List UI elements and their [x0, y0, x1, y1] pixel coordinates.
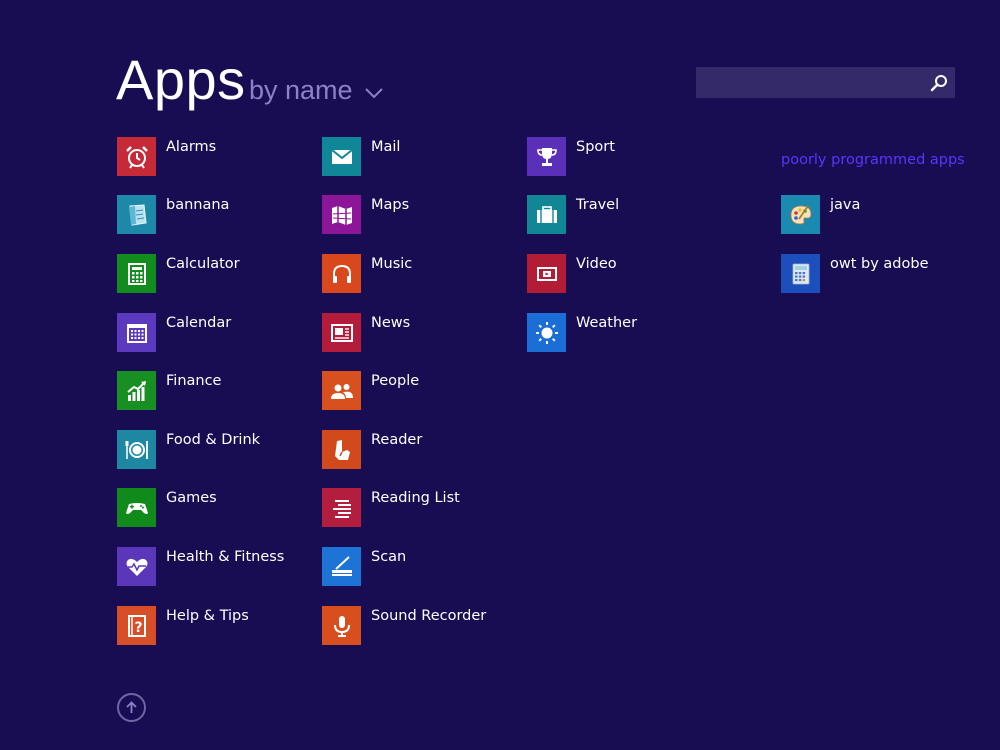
calendar-icon	[117, 313, 156, 352]
page-title: Apps	[116, 48, 246, 111]
app-name: Video	[576, 256, 617, 272]
sort-by-dropdown[interactable]: by name	[249, 74, 383, 106]
finance-chart-icon	[117, 371, 156, 410]
app-name: Reading List	[371, 490, 460, 506]
app-people[interactable]: People	[322, 371, 419, 411]
chevron-down-icon	[364, 88, 383, 99]
app-name: People	[371, 373, 420, 389]
app-bannana[interactable]: bannana	[117, 195, 229, 235]
reading-list-icon	[322, 488, 361, 527]
app-name: Music	[371, 256, 413, 272]
app-name: Health & Fitness	[166, 549, 285, 565]
app-reader[interactable]: Reader	[322, 430, 422, 470]
app-name: Calendar	[166, 315, 232, 331]
search-icon[interactable]	[929, 73, 949, 93]
headphones-icon	[322, 254, 361, 293]
scanner-icon	[322, 547, 361, 586]
reader-icon	[322, 430, 361, 469]
app-name: News	[371, 315, 411, 331]
app-name: Travel	[576, 197, 620, 213]
app-alarms[interactable]: Alarms	[117, 137, 216, 177]
app-scan[interactable]: Scan	[322, 547, 406, 587]
video-icon	[527, 254, 566, 293]
app-name: Weather	[576, 315, 638, 331]
app-name: Games	[166, 490, 217, 506]
envelope-icon	[322, 137, 361, 176]
alarm-clock-icon	[117, 137, 156, 176]
newspaper-icon	[322, 313, 361, 352]
calculator-app-icon	[781, 254, 820, 293]
app-name: Maps	[371, 197, 410, 213]
app-health-fitness[interactable]: Health & Fitness	[117, 547, 284, 587]
notepad-icon	[117, 195, 156, 234]
app-maps[interactable]: Maps	[322, 195, 409, 235]
app-name: Sport	[576, 139, 615, 155]
microphone-icon	[322, 606, 361, 645]
heart-pulse-icon	[117, 547, 156, 586]
trophy-icon	[527, 137, 566, 176]
game-controller-icon	[117, 488, 156, 527]
app-sound-recorder[interactable]: Sound Recorder	[322, 606, 486, 646]
help-question-icon: ?	[117, 606, 156, 645]
app-owt-by-adobe[interactable]: owt by adobe	[781, 254, 929, 294]
arrow-up-icon	[126, 701, 137, 713]
app-name: Alarms	[166, 139, 217, 155]
app-music[interactable]: Music	[322, 254, 412, 294]
app-name: Reader	[371, 432, 423, 448]
svg-text:?: ?	[134, 620, 142, 636]
app-java[interactable]: java	[781, 195, 860, 235]
app-name: Food & Drink	[166, 432, 261, 448]
people-icon	[322, 371, 361, 410]
sort-by-label: by name	[249, 75, 353, 105]
calculator-icon	[117, 254, 156, 293]
app-reading-list[interactable]: Reading List	[322, 488, 460, 528]
app-name: Calculator	[166, 256, 240, 272]
app-name: Scan	[371, 549, 407, 565]
paint-palette-icon	[781, 195, 820, 234]
app-name: java	[830, 197, 861, 213]
app-name: owt by adobe	[830, 256, 929, 272]
app-news[interactable]: News	[322, 313, 410, 353]
app-travel[interactable]: Travel	[527, 195, 619, 235]
app-name: bannana	[166, 197, 230, 213]
app-calendar[interactable]: Calendar	[117, 313, 231, 353]
app-name: Help & Tips	[166, 608, 249, 624]
app-games[interactable]: Games	[117, 488, 217, 528]
app-name: Finance	[166, 373, 222, 389]
app-weather[interactable]: Weather	[527, 313, 637, 353]
suitcase-icon	[527, 195, 566, 234]
group-header-poorly-programmed-apps[interactable]: poorly programmed apps	[781, 152, 965, 168]
scroll-up-button[interactable]	[117, 693, 146, 722]
app-video[interactable]: Video	[527, 254, 617, 294]
app-help-tips[interactable]: ? Help & Tips	[117, 606, 249, 646]
app-name: Sound Recorder	[371, 608, 487, 624]
app-calculator[interactable]: Calculator	[117, 254, 240, 294]
app-name: Mail	[371, 139, 401, 155]
sun-icon	[527, 313, 566, 352]
app-mail[interactable]: Mail	[322, 137, 400, 177]
map-icon	[322, 195, 361, 234]
plate-cutlery-icon	[117, 430, 156, 469]
app-sport[interactable]: Sport	[527, 137, 615, 177]
app-food-drink[interactable]: Food & Drink	[117, 430, 260, 470]
search-box	[696, 67, 955, 98]
app-finance[interactable]: Finance	[117, 371, 221, 411]
search-input[interactable]	[696, 67, 916, 98]
